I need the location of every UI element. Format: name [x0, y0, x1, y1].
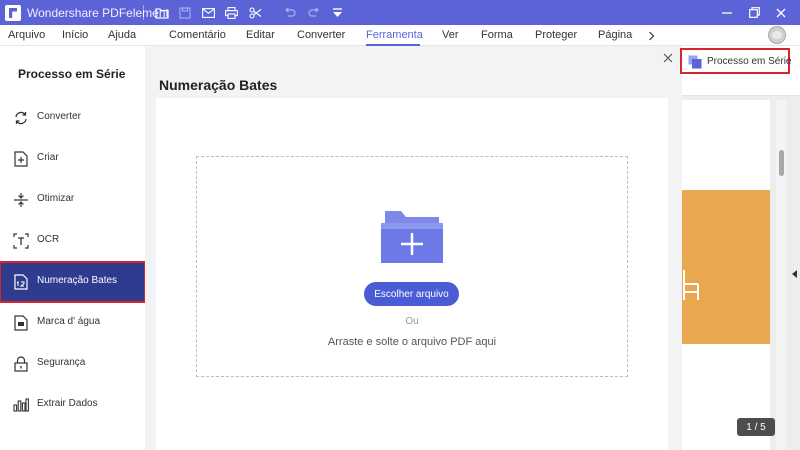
sidebar-item-label: Extrair Dados [37, 398, 98, 409]
undo-icon[interactable] [281, 4, 299, 21]
tab-forma[interactable]: Forma [481, 29, 513, 41]
choose-file-button[interactable]: Escolher arquivo [364, 282, 459, 306]
sidebar-item-converter[interactable]: Converter [0, 98, 145, 138]
sidebar-item-label: Numeração Bates [37, 275, 118, 286]
print-icon[interactable] [222, 4, 240, 21]
or-text: Ou [405, 316, 419, 327]
menu-inicio[interactable]: Início [62, 29, 88, 41]
save-icon[interactable] [176, 4, 194, 21]
collapse-right-panel-icon[interactable] [792, 270, 797, 278]
email-icon[interactable] [199, 4, 217, 21]
sidebar-item-label: Converter [37, 111, 81, 122]
optimize-icon [12, 191, 30, 209]
batch-process-button[interactable]: Processo em Série [680, 48, 792, 74]
sidebar-item-ocr[interactable]: OCR [0, 221, 145, 261]
ocr-icon [12, 232, 30, 250]
drag-drop-hint: Arraste e solte o arquivo PDF aqui [327, 336, 497, 348]
sidebar-item-criar[interactable]: Criar [0, 139, 145, 179]
close-panel-icon[interactable] [661, 51, 675, 65]
create-icon [12, 150, 30, 168]
sidebar-item-label: Criar [37, 152, 59, 163]
tab-pagina[interactable]: Página [598, 29, 632, 41]
tab-editar[interactable]: Editar [246, 29, 275, 41]
scissors-icon[interactable] [246, 4, 264, 21]
redo-icon[interactable] [305, 4, 323, 21]
open-folder-icon[interactable] [153, 4, 171, 21]
page-indicator: 1 / 5 [737, 418, 775, 436]
tab-proteger[interactable]: Proteger [535, 29, 577, 41]
sidebar-item-label: OCR [37, 234, 60, 245]
bates-numbering-icon [12, 273, 30, 291]
panel-title: Numeração Bates [159, 77, 278, 93]
quick-access-dropdown-icon[interactable] [328, 4, 346, 21]
chair-icon [682, 268, 700, 302]
menu-arquivo[interactable]: Arquivo [8, 29, 45, 41]
batch-process-icon [688, 55, 702, 69]
sidebar-item-numeracao-bates[interactable]: Numeração Bates [0, 261, 146, 303]
extract-data-icon [12, 396, 30, 414]
document-image [682, 190, 770, 344]
user-avatar[interactable] [768, 26, 786, 44]
convert-icon [12, 109, 30, 127]
sidebar-title: Processo em Série [18, 67, 126, 81]
pdfelement-logo-icon [5, 5, 21, 21]
menu-bar: Arquivo Início Ajuda Comentário Editar C… [0, 25, 800, 46]
close-icon[interactable] [772, 4, 790, 21]
batch-sidebar: Processo em Série Converter Criar Otimiz… [0, 46, 146, 450]
scrollbar-thumb[interactable] [779, 150, 784, 176]
app-title: Wondershare PDFelement [27, 6, 169, 20]
sidebar-item-label: Segurança [37, 357, 86, 368]
tab-ver[interactable]: Ver [442, 29, 459, 41]
security-icon [12, 355, 30, 373]
tab-comentario[interactable]: Comentário [169, 29, 226, 41]
folder-add-icon [379, 205, 445, 267]
toolbar-divider [143, 5, 144, 20]
chevron-right-icon[interactable] [642, 27, 660, 44]
sidebar-item-label: Otimizar [37, 193, 75, 204]
tab-converter[interactable]: Converter [297, 29, 345, 41]
restore-icon[interactable] [745, 4, 763, 21]
title-bar: Wondershare PDFelement [0, 0, 800, 25]
batch-process-label: Processo em Série [707, 56, 792, 67]
sidebar-item-seguranca[interactable]: Segurança [0, 344, 145, 384]
menu-ajuda[interactable]: Ajuda [108, 29, 136, 41]
sidebar-item-extrair-dados[interactable]: Extrair Dados [0, 385, 145, 425]
minimize-icon[interactable] [718, 4, 736, 21]
tab-ferramenta[interactable]: Ferramenta [366, 29, 423, 41]
sidebar-item-otimizar[interactable]: Otimizar [0, 180, 145, 220]
